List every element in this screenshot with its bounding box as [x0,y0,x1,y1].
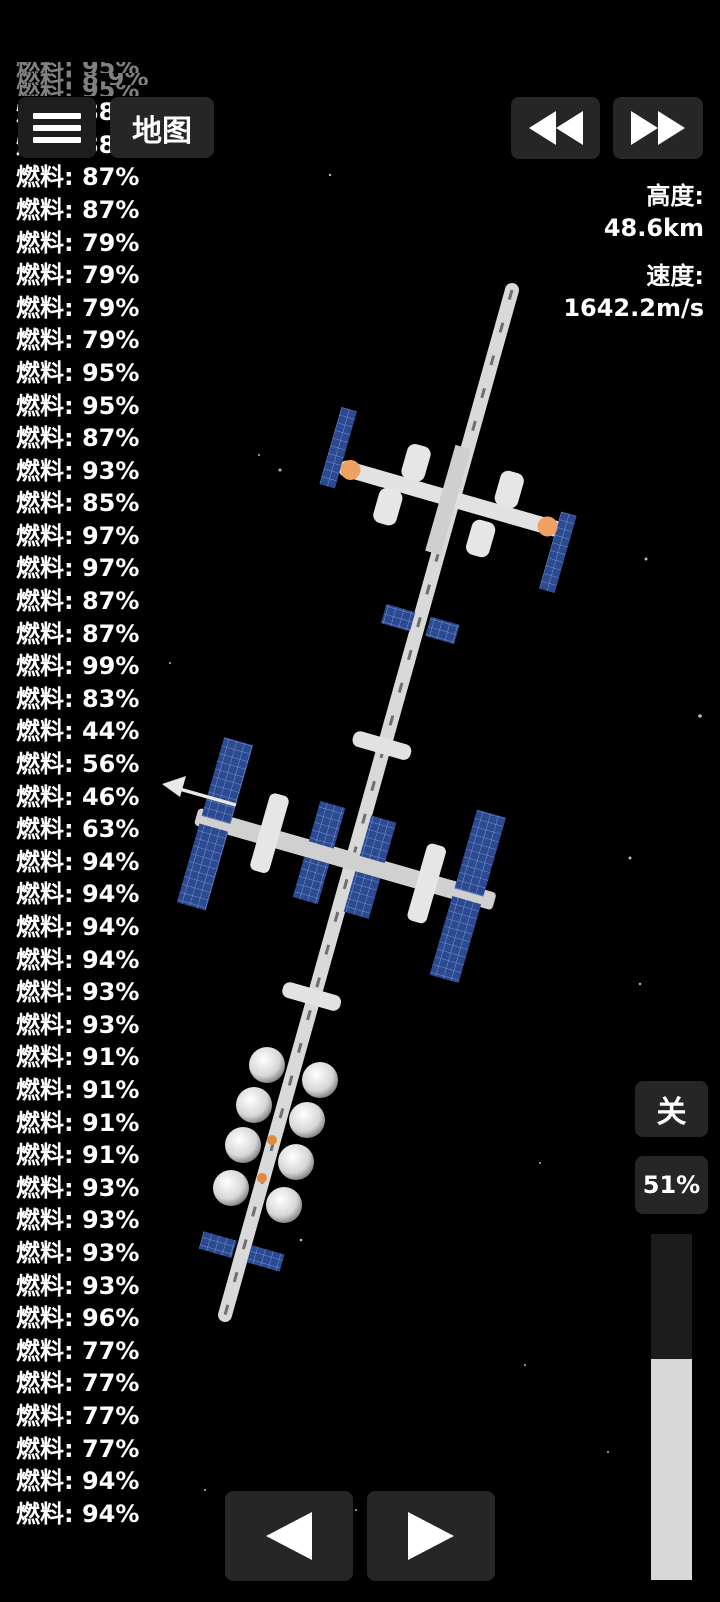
fuel-item: 燃料: 94% [16,1467,140,1496]
fuel-item: 燃料: 93% [16,1238,140,1267]
fuel-item-partial: 燃料: 8.9% [16,73,149,84]
fuel-item: 燃料: 93% [16,1206,140,1235]
fuel-item: 燃料: 97% [16,521,140,550]
fuel-item: 燃料: 44% [16,717,140,746]
fuel-item: 燃料: 91% [16,1141,140,1170]
fuel-item: 燃料: 96% [16,1304,140,1333]
fast-forward-button[interactable] [613,97,703,159]
fuel-item: 燃料: 97% [16,554,140,583]
fuel-item: 燃料: 87% [16,587,140,616]
fuel-item: 燃料: 93% [16,1173,140,1202]
fuel-item-partial: 燃料: 95% [16,62,149,73]
fuel-item: 燃料: 77% [16,1336,140,1365]
fuel-item: 燃料: 77% [16,1434,140,1463]
throttle-slider[interactable] [651,1234,692,1580]
fuel-item: 燃料: 94% [16,847,140,876]
altitude-readout: 高度: 48.6km [604,180,704,244]
fuel-item: 燃料: 93% [16,1271,140,1300]
fuel-item: 燃料: 94% [16,880,140,909]
map-button[interactable]: 地图 [110,97,214,158]
fuel-item: 燃料: 93% [16,456,140,485]
triangle-right-icon [408,1512,454,1560]
fast-forward-icon [631,111,685,145]
fuel-item: 燃料: 93% [16,978,140,1007]
fuel-item: 燃料: 56% [16,750,140,779]
rewind-button[interactable] [511,97,600,159]
fuel-item: 燃料: 79% [16,326,140,355]
rewind-icon [528,111,583,145]
altitude-value: 48.6km [603,214,704,242]
fuel-item: 燃料: 79% [16,261,140,290]
triangle-left-icon [266,1512,312,1560]
fuel-item: 燃料: 91% [16,1075,140,1104]
fuel-item: 燃料: 99% [16,652,140,681]
fuel-item: 燃料: 95% [16,391,140,420]
speed-readout: 速度: 1642.2m/s [563,260,704,324]
altitude-label: 高度: [646,182,704,210]
fuel-item: 燃料: 87% [16,619,140,648]
fuel-item: 燃料: 91% [16,1108,140,1137]
rotate-left-button[interactable] [225,1491,353,1581]
fuel-item-partial: 燃料: 95% [16,85,149,96]
fuel-item: 燃料: 77% [16,1369,140,1398]
rotate-right-button[interactable] [367,1491,495,1581]
speed-value: 1642.2m/s [563,294,704,322]
fuel-item: 燃料: 93% [16,1010,140,1039]
fuel-item: 燃料: 77% [16,1401,140,1430]
fuel-item: 燃料: 85% [16,489,140,518]
throttle-fill [651,1358,692,1580]
fuel-item: 燃料: 87% [16,195,140,224]
fuel-item: 燃料: 94% [16,913,140,942]
menu-button[interactable] [18,97,96,158]
fuel-item: 燃料: 91% [16,1043,140,1072]
hamburger-icon [33,107,81,149]
fuel-item: 燃料: 83% [16,684,140,713]
fuel-list: 燃料: 95%燃料: 8.9%燃料: 95%燃料: 88%燃料: 88%燃料: … [16,62,149,1530]
fuel-item: 燃料: 94% [16,1499,140,1528]
fuel-item: 燃料: 87% [16,424,140,453]
fuel-item: 燃料: 63% [16,815,140,844]
fuel-item: 燃料: 46% [16,782,140,811]
fuel-item: 燃料: 95% [16,358,140,387]
throttle-percent-badge: 51% [635,1156,708,1214]
engine-toggle-button[interactable]: 关 [635,1081,708,1137]
fuel-item: 燃料: 79% [16,228,140,257]
fuel-item: 燃料: 94% [16,945,140,974]
speed-label: 速度: [646,262,704,290]
fuel-item: 燃料: 79% [16,293,140,322]
fuel-item: 燃料: 87% [16,163,140,192]
